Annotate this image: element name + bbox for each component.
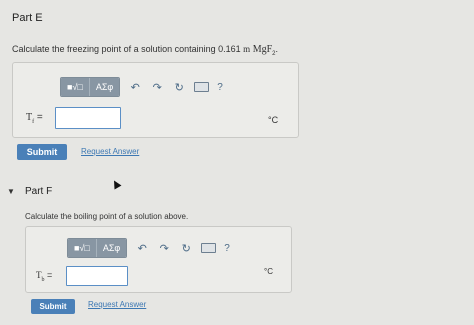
part-e-question-end: . [275, 44, 279, 54]
part-f-keyboard-icon[interactable] [201, 243, 217, 253]
part-f-submit-button[interactable]: Submit [31, 299, 75, 314]
part-f-collapse-icon[interactable]: ▼ [7, 187, 15, 196]
part-e-reset-icon[interactable]: ↻ [172, 81, 186, 94]
part-f-title: Part F [25, 186, 53, 197]
part-f-answer-input[interactable] [66, 266, 128, 286]
part-e-help-icon[interactable]: ? [217, 82, 223, 93]
part-e-variable-label: Tf = [26, 112, 43, 125]
part-e-answer-input[interactable] [55, 107, 121, 129]
part-f-undo-icon[interactable]: ↶ [135, 242, 149, 255]
part-e-question-formula: MgF [252, 44, 273, 55]
part-f-toolbar: ■√□ ΑΣφ ↶ ↷ ↻ ? [67, 238, 230, 258]
part-e-unit: °C [268, 115, 279, 125]
part-e-var-sub: f [32, 119, 35, 125]
part-f-help-icon[interactable]: ? [224, 243, 230, 254]
part-f-question: Calculate the boiling point of a solutio… [25, 212, 189, 221]
part-e-undo-icon[interactable]: ↶ [128, 81, 142, 94]
part-f-greek-button[interactable]: ΑΣφ [96, 239, 127, 257]
part-f-var-eq: = [47, 270, 53, 280]
part-f-request-answer-link[interactable]: Request Answer [88, 300, 146, 309]
part-f-redo-icon[interactable]: ↷ [157, 242, 171, 255]
part-f-templates-button[interactable]: ■√□ [68, 239, 97, 257]
part-e-title: Part E [12, 12, 43, 24]
part-e-request-answer-link[interactable]: Request Answer [81, 147, 139, 156]
part-e-question-text: Calculate the freezing point of a soluti… [12, 44, 241, 54]
part-f-unit: °C [264, 267, 273, 276]
part-f-format-group: ■√□ ΑΣφ [67, 238, 128, 258]
mouse-cursor-icon [110, 178, 122, 190]
part-e-templates-button[interactable]: ■√□ [61, 78, 90, 96]
part-e-submit-button[interactable]: Submit [17, 144, 67, 160]
part-e-toolbar: ■√□ ΑΣφ ↶ ↷ ↻ ? [60, 77, 223, 97]
part-e-redo-icon[interactable]: ↷ [150, 81, 164, 94]
part-e-keyboard-icon[interactable] [194, 82, 210, 92]
part-e-format-group: ■√□ ΑΣφ [60, 77, 121, 97]
part-f-variable-label: Tb = [36, 270, 52, 283]
part-f-var-sub: b [41, 276, 45, 283]
part-e-greek-button[interactable]: ΑΣφ [89, 78, 120, 96]
part-e-var-eq: = [36, 112, 43, 123]
part-f-reset-icon[interactable]: ↻ [179, 242, 193, 255]
part-e-question: Calculate the freezing point of a soluti… [12, 44, 278, 57]
part-e-question-unit: m [243, 44, 251, 54]
